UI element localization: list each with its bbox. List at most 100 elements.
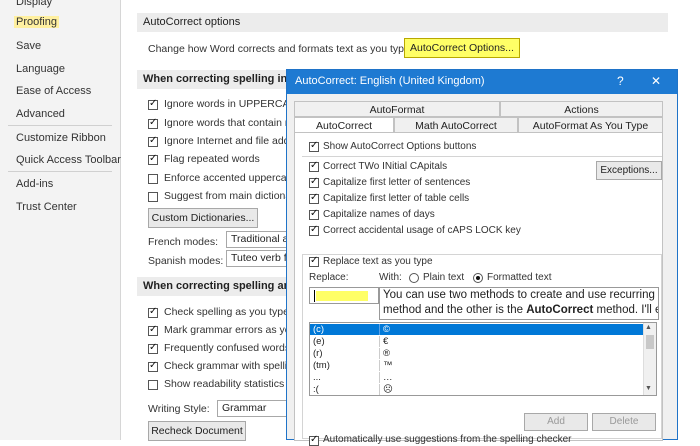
delete-button[interactable]: Delete xyxy=(592,413,656,431)
capitalize-sentences-checkbox[interactable] xyxy=(309,176,319,188)
replace-label: Replace: xyxy=(309,272,349,283)
nav-display[interactable]: Display xyxy=(16,0,52,8)
list-item[interactable]: (c) © xyxy=(310,324,644,335)
writing-style-select[interactable]: Grammar xyxy=(217,400,288,417)
scroll-down-icon[interactable]: ▼ xyxy=(645,385,652,392)
ignore-uppercase-label: Ignore words in UPPERCASE xyxy=(164,98,304,110)
nav-add-ins[interactable]: Add-ins xyxy=(16,178,53,190)
capitalize-days-checkbox[interactable] xyxy=(309,208,319,220)
with-text-line2-post: method. I'll ex xyxy=(596,304,659,316)
flag-repeated-checkbox[interactable] xyxy=(148,153,158,165)
capitalize-table-cells-checkbox[interactable] xyxy=(309,192,319,204)
spanish-modes-select[interactable]: Tuteo verb fo xyxy=(226,250,288,267)
autocorrect-list[interactable]: (c) © (e) € (r) ® (tm) ™ ... … :( ☹ ▲ ▼ xyxy=(309,322,657,396)
scroll-up-icon[interactable]: ▲ xyxy=(645,324,652,331)
list-item-replace: (e) xyxy=(313,336,325,347)
capitalize-days-label: Capitalize names of days xyxy=(323,209,435,220)
french-modes-label: French modes: xyxy=(148,236,219,248)
options-nav: Display Proofing Save Language Ease of A… xyxy=(0,0,121,440)
list-item-replace: :( xyxy=(313,384,319,395)
confused-words-checkbox[interactable] xyxy=(148,342,158,354)
tab-autocorrect[interactable]: AutoCorrect xyxy=(294,117,394,133)
replace-input-highlight xyxy=(316,291,368,301)
auto-suggest-checkbox[interactable] xyxy=(309,434,319,446)
options-divider xyxy=(302,156,662,157)
recheck-document-button[interactable]: Recheck Document xyxy=(148,421,246,441)
tab-math-autocorrect[interactable]: Math AutoCorrect xyxy=(394,117,518,133)
check-grammar-label: Check grammar with spelling xyxy=(164,360,299,372)
readability-stats-checkbox[interactable] xyxy=(148,380,158,390)
ignore-numbers-checkbox[interactable] xyxy=(148,117,158,129)
nav-ease-of-access[interactable]: Ease of Access xyxy=(16,85,91,97)
tab-actions[interactable]: Actions xyxy=(500,101,663,117)
nav-save[interactable]: Save xyxy=(16,40,41,52)
french-modes-select[interactable]: Traditional an xyxy=(226,231,288,248)
replace-input[interactable] xyxy=(309,287,379,304)
list-item-replace: ... xyxy=(313,372,321,383)
autocorrect-options-button[interactable]: AutoCorrect Options... xyxy=(404,38,520,58)
nav-quick-access-toolbar[interactable]: Quick Access Toolbar xyxy=(16,154,121,166)
column-divider xyxy=(379,348,380,359)
nav-customize-ribbon[interactable]: Customize Ribbon xyxy=(16,132,106,144)
mark-grammar-checkbox[interactable] xyxy=(148,324,158,336)
list-item-with: ® xyxy=(383,348,390,359)
column-divider xyxy=(379,336,380,347)
column-divider xyxy=(379,384,380,395)
tab-autoformat-as-you-type[interactable]: AutoFormat As You Type xyxy=(518,117,663,133)
list-item[interactable]: ...… xyxy=(310,372,644,383)
nav-divider xyxy=(8,171,112,172)
column-divider xyxy=(379,372,380,383)
spanish-modes-value: Tuteo verb fo xyxy=(231,252,288,264)
correct-two-initial-checkbox[interactable] xyxy=(309,160,319,172)
correct-two-initial-label: Correct TWo INitial CApitals xyxy=(323,161,448,172)
ignore-internet-checkbox[interactable] xyxy=(148,135,158,147)
check-spelling-checkbox[interactable] xyxy=(148,306,158,318)
with-text-line2: method and the other is the AutoCorrect … xyxy=(383,304,659,316)
column-divider xyxy=(379,360,380,371)
suggest-main-dictionary-checkbox[interactable] xyxy=(148,192,158,202)
nav-proofing[interactable]: Proofing xyxy=(14,16,59,28)
with-text-line2-bold: AutoCorrect xyxy=(526,304,594,316)
custom-dictionaries-button[interactable]: Custom Dictionaries... xyxy=(148,208,258,228)
ignore-uppercase-checkbox[interactable] xyxy=(148,98,158,110)
nav-divider xyxy=(8,125,112,126)
replace-text-label: Replace text as you type xyxy=(323,256,433,267)
close-icon[interactable]: ✕ xyxy=(651,74,661,88)
formatted-text-radio[interactable] xyxy=(473,273,483,283)
nav-trust-center[interactable]: Trust Center xyxy=(16,201,77,213)
add-button[interactable]: Add xyxy=(524,413,588,431)
spanish-modes-label: Spanish modes: xyxy=(148,255,224,267)
plain-text-label: Plain text xyxy=(423,272,465,283)
exceptions-button[interactable]: Exceptions... xyxy=(596,161,662,180)
ignore-internet-label: Ignore Internet and file addre xyxy=(164,135,299,147)
caps-lock-checkbox[interactable] xyxy=(309,224,319,236)
replace-text-checkbox[interactable] xyxy=(309,255,319,267)
french-modes-value: Traditional an xyxy=(231,233,288,245)
with-input[interactable]: You can use two methods to create and us… xyxy=(379,287,659,320)
check-grammar-checkbox[interactable] xyxy=(148,360,158,372)
ignore-numbers-label: Ignore words that contain nu xyxy=(164,117,297,129)
show-options-buttons-label: Show AutoCorrect Options buttons xyxy=(323,141,477,152)
list-item[interactable]: (r) ® xyxy=(310,348,644,359)
capitalize-table-cells-label: Capitalize first letter of table cells xyxy=(323,193,470,204)
help-icon[interactable]: ? xyxy=(617,74,624,88)
show-options-buttons-checkbox[interactable] xyxy=(309,140,319,152)
with-label: With: xyxy=(379,272,402,283)
plain-text-radio[interactable] xyxy=(409,273,419,283)
nav-language[interactable]: Language xyxy=(16,63,65,75)
list-item[interactable]: (tm) ™ xyxy=(310,360,644,371)
text-cursor xyxy=(314,290,315,302)
capitalize-sentences-label: Capitalize first letter of sentences xyxy=(323,177,471,188)
list-item-with: ☹ xyxy=(383,384,393,395)
list-scrollbar[interactable]: ▲ ▼ xyxy=(643,323,656,395)
writing-style-value: Grammar xyxy=(222,402,267,414)
dialog-title: AutoCorrect: English (United Kingdom) xyxy=(295,75,485,87)
list-item[interactable]: (e) € xyxy=(310,336,644,347)
autocorrect-dialog: AutoCorrect: English (United Kingdom) ? … xyxy=(286,69,678,446)
scroll-thumb[interactable] xyxy=(646,335,654,349)
tab-autoformat[interactable]: AutoFormat xyxy=(294,101,500,117)
column-divider xyxy=(379,324,380,335)
nav-advanced[interactable]: Advanced xyxy=(16,108,65,120)
list-item[interactable]: :( ☹ xyxy=(310,384,644,395)
enforce-accented-checkbox[interactable] xyxy=(148,174,158,184)
